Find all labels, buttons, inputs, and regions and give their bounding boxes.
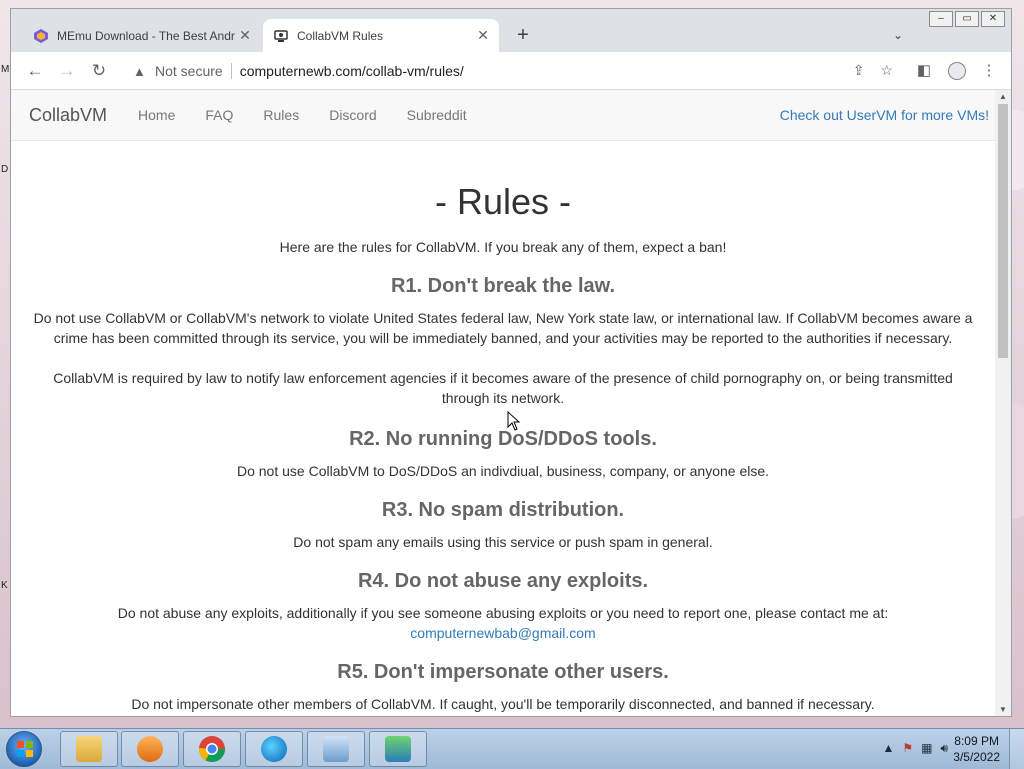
omnibox-divider [230, 63, 232, 79]
close-icon[interactable]: ✕ [475, 27, 491, 44]
show-desktop-button[interactable] [1009, 729, 1024, 769]
start-button[interactable] [6, 731, 42, 767]
taskbar-chrome[interactable] [183, 731, 241, 767]
taskbar-explorer[interactable] [60, 731, 118, 767]
forward-arrow-icon[interactable]: → [57, 61, 77, 81]
memu-favicon-icon [34, 28, 48, 43]
clock-time: 8:09 PM [954, 734, 999, 748]
rule-heading: R5. Don't impersonate other users. [337, 661, 669, 683]
clock-date: 3/5/2022 [953, 750, 1000, 764]
rule-text: Do not impersonate other members of Coll… [131, 696, 875, 712]
share-icon[interactable]: ⇪ [853, 62, 865, 79]
rule-text: CollabVM is required by law to notify la… [53, 370, 953, 406]
windows-logo-icon [17, 741, 33, 757]
rule-heading: R4. Do not abuse any exploits. [357, 570, 649, 592]
collabvm-favicon-icon [274, 29, 288, 42]
tab-title: MEmu Download - The Best Andr [57, 28, 235, 43]
scroll-thumb[interactable] [998, 104, 1008, 358]
desktop-icon-fragment: D [1, 164, 9, 175]
nav-rules[interactable]: Rules [263, 107, 299, 123]
browser-window: – ▭ ✕ MEmu Download - The Best Andr ✕ Co… [10, 8, 1012, 717]
scroll-down-icon[interactable]: ▼ [995, 705, 1011, 714]
tab-title: CollabVM Rules [297, 28, 384, 43]
uservm-link[interactable]: Check out UserVM for more VMs! [780, 107, 989, 123]
nav-home[interactable]: Home [138, 107, 175, 123]
edge-icon [261, 736, 287, 762]
folder-icon [76, 736, 102, 762]
network-icon[interactable]: ▦ [921, 741, 932, 756]
taskbar: ▲ ⚑ ▦ 🔊︎ 8:09 PM 3/5/2022 [0, 728, 1024, 769]
tab-strip: MEmu Download - The Best Andr ✕ CollabVM… [11, 19, 1011, 52]
volume-icon[interactable]: 🔊︎ [940, 741, 948, 756]
rule-text: Do not use CollabVM or CollabVM's networ… [33, 310, 973, 346]
site-navbar: CollabVM Home FAQ Rules Discord Subreddi… [11, 90, 995, 141]
chrome-icon [198, 736, 226, 763]
page-viewport: CollabVM Home FAQ Rules Discord Subreddi… [11, 90, 995, 716]
contact-email-link[interactable]: computernewbab@gmail.com [410, 625, 595, 641]
media-player-icon [137, 736, 163, 762]
scroll-up-icon[interactable]: ▲ [995, 92, 1011, 101]
url-text[interactable]: computernewb.com/collab-vm/rules/ [240, 63, 464, 79]
bookmark-star-icon[interactable]: ☆ [880, 62, 893, 79]
monitor-icon [385, 736, 411, 762]
site-brand[interactable]: CollabVM [29, 105, 107, 126]
reload-icon[interactable]: ↻ [89, 61, 109, 81]
side-panel-icon[interactable]: ◧ [914, 61, 934, 79]
rule-heading: R3. No spam distribution. [381, 499, 625, 521]
security-label[interactable]: Not secure [155, 63, 223, 79]
page-title: - Rules - [434, 181, 572, 222]
control-panel-icon [323, 736, 349, 762]
rule-heading: R1. Don't break the law. [390, 275, 616, 297]
intro-text: Here are the rules for CollabVM. If you … [279, 239, 727, 255]
nav-subreddit[interactable]: Subreddit [407, 107, 467, 123]
menu-kebab-icon[interactable]: ⋮ [979, 61, 999, 79]
taskbar-edge[interactable] [245, 731, 303, 767]
tray-expand-icon[interactable]: ▲ [882, 741, 894, 756]
page-scrollbar[interactable]: ▲ ▼ [995, 90, 1011, 716]
tab-collabvm-rules[interactable]: CollabVM Rules ✕ [263, 19, 499, 52]
tab-memu[interactable]: MEmu Download - The Best Andr ✕ [23, 19, 261, 52]
nav-discord[interactable]: Discord [329, 107, 376, 123]
action-center-icon[interactable]: ⚑ [902, 741, 913, 756]
close-icon[interactable]: ✕ [237, 27, 253, 44]
mouse-cursor-icon [507, 411, 521, 431]
taskbar-app[interactable] [369, 731, 427, 767]
address-bar[interactable]: ▲ Not secure computernewb.com/collab-vm/… [123, 56, 901, 86]
tab-search-chevron-icon[interactable]: ⌄ [893, 28, 903, 42]
nav-faq[interactable]: FAQ [205, 107, 233, 123]
profile-icon[interactable] [947, 61, 967, 80]
desktop-icon-fragment: K [1, 580, 8, 591]
rule-text: Do not use CollabVM to DoS/DDoS an indiv… [236, 463, 770, 479]
rule-text-body: Do not abuse any exploits, additionally … [117, 605, 889, 621]
taskbar-clock[interactable]: 8:09 PM 3/5/2022 [953, 733, 1000, 765]
rules-content: - Rules - Here are the rules for CollabV… [11, 181, 995, 714]
rule-text: Do not spam any emails using this servic… [293, 534, 713, 550]
back-arrow-icon[interactable]: ← [25, 61, 45, 81]
rule-heading: R2. No running DoS/DDoS tools. [349, 428, 657, 450]
warning-icon[interactable]: ▲ [133, 64, 147, 79]
new-tab-button[interactable]: + [511, 24, 535, 47]
taskbar-control-panel[interactable] [307, 731, 365, 767]
rule-text: Do not abuse any exploits, additionally … [27, 603, 979, 643]
browser-toolbar: ← → ↻ ▲ Not secure computernewb.com/coll… [11, 52, 1011, 90]
taskbar-media-player[interactable] [121, 731, 179, 767]
system-tray: ▲ ⚑ ▦ 🔊︎ [882, 741, 948, 756]
desktop-icon-fragment: M [1, 64, 10, 75]
